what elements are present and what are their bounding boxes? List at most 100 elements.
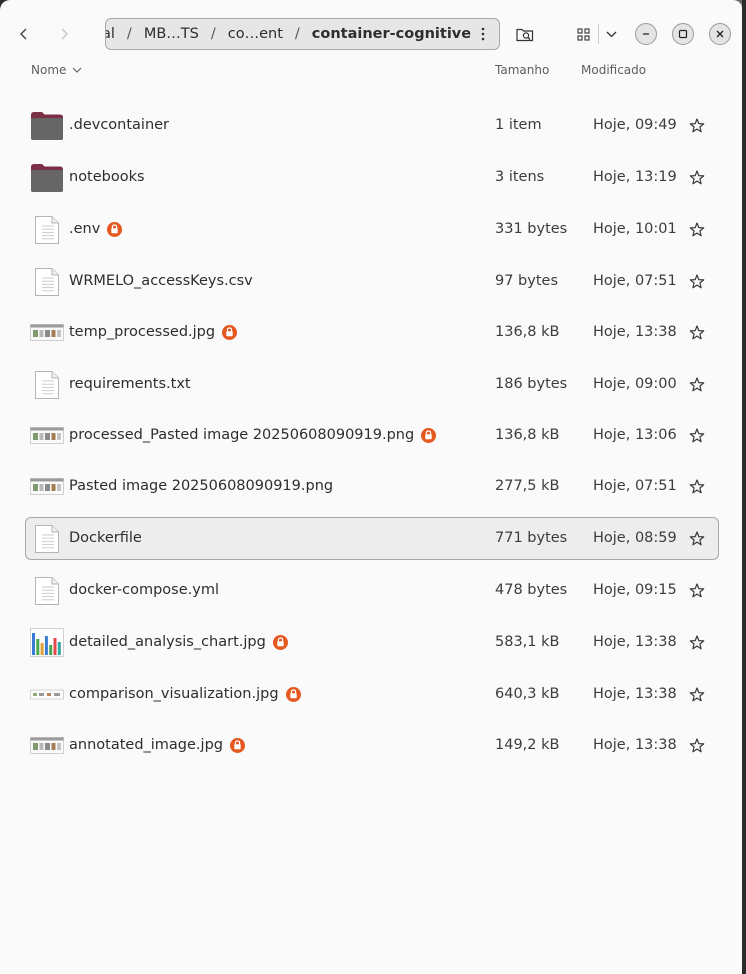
image-file-icon (30, 318, 64, 348)
file-row[interactable]: comparison_visualization.jpg 640,3 kB Hoje… (25, 673, 719, 716)
file-row[interactable]: annotated_image.jpg 149,2 kB Hoje, 13:38 (25, 724, 719, 767)
file-modified: Hoje, 13:38 (593, 324, 677, 340)
file-name: notebooks (69, 169, 145, 185)
file-name-cell: Dockerfile (69, 530, 142, 546)
file-size: 331 bytes (495, 221, 568, 237)
star-icon[interactable] (688, 427, 706, 445)
minimize-button[interactable] (635, 23, 657, 45)
forward-button[interactable] (49, 19, 79, 49)
lock-icon (222, 324, 238, 340)
star-icon[interactable] (688, 169, 706, 187)
file-name: Pasted image 20250608090919.png (69, 478, 334, 494)
file-modified: Hoje, 10:01 (593, 221, 677, 237)
close-icon (716, 30, 724, 38)
breadcrumb-item[interactable]: MB…TS (140, 26, 203, 42)
file-manager-window: al / MB…TS / co…ent / container-cognitiv… (0, 0, 743, 974)
image-file-icon (30, 731, 64, 761)
maximize-button[interactable] (672, 23, 694, 45)
file-modified: Hoje, 09:49 (593, 117, 677, 133)
file-name: detailed_analysis_chart.jpg (69, 634, 266, 650)
image-file-icon (30, 421, 64, 451)
lock-icon (229, 737, 245, 753)
column-header-name[interactable]: Nome (31, 63, 82, 77)
file-row[interactable]: Pasted image 20250608090919.png 277,5 kB H… (25, 465, 719, 508)
file-modified: Hoje, 13:38 (593, 686, 677, 702)
file-row[interactable]: docker-compose.yml 478 bytes Hoje, 09:15 (25, 569, 719, 612)
file-name: .env (69, 221, 101, 237)
star-icon[interactable] (688, 117, 706, 135)
breadcrumb-current[interactable]: container-cognitive (308, 26, 475, 42)
path-menu-button[interactable] (469, 20, 497, 48)
star-icon[interactable] (688, 376, 706, 394)
star-icon[interactable] (688, 686, 706, 704)
file-row[interactable]: notebooks 3 itens Hoje, 13:19 (25, 156, 719, 199)
star-icon[interactable] (688, 324, 706, 342)
file-modified: Hoje, 09:15 (593, 582, 677, 598)
folder-icon (30, 163, 64, 193)
file-name-cell: .env (69, 221, 123, 237)
file-name-cell: notebooks (69, 169, 145, 185)
file-name: requirements.txt (69, 376, 191, 392)
text-file-icon (30, 215, 64, 245)
file-size: 149,2 kB (495, 737, 560, 753)
chevron-down-icon (72, 67, 82, 73)
file-row[interactable]: Dockerfile 771 bytes Hoje, 08:59 (25, 517, 719, 560)
toolbar-divider (598, 24, 599, 44)
search-folder-icon (516, 28, 534, 42)
star-icon[interactable] (688, 634, 706, 652)
view-mode-button[interactable] (569, 19, 597, 49)
file-modified: Hoje, 13:38 (593, 634, 677, 650)
column-header-name-label: Nome (31, 63, 67, 77)
image-file-icon (30, 472, 64, 502)
breadcrumb-item[interactable]: co…ent (224, 26, 287, 42)
back-button[interactable] (9, 19, 39, 49)
text-file-icon (30, 524, 64, 554)
lock-icon (285, 686, 301, 702)
file-row[interactable]: .env 331 bytes Hoje, 10:01 (25, 208, 719, 251)
file-name: temp_processed.jpg (69, 324, 216, 340)
file-modified: Hoje, 13:06 (593, 427, 677, 443)
view-options-dropdown[interactable] (600, 19, 622, 49)
lock-icon (272, 634, 288, 650)
file-size: 1 item (495, 117, 542, 133)
file-size: 136,8 kB (495, 324, 560, 340)
column-header-modified[interactable]: Modificado (581, 63, 646, 77)
breadcrumb-separator: / (210, 26, 216, 42)
column-header-modified-label: Modificado (581, 63, 647, 77)
star-icon[interactable] (688, 737, 706, 755)
file-row[interactable]: requirements.txt 186 bytes Hoje, 09:00 (25, 363, 719, 406)
breadcrumb: al / MB…TS / co…ent / container-cognitiv… (105, 18, 500, 50)
star-icon[interactable] (688, 273, 706, 291)
file-size: 3 itens (495, 169, 545, 185)
file-row[interactable]: temp_processed.jpg 136,8 kB Hoje, 13:38 (25, 311, 719, 354)
close-button[interactable] (709, 23, 731, 45)
breadcrumb-item[interactable]: al (106, 26, 119, 42)
star-icon[interactable] (688, 582, 706, 600)
column-header-size[interactable]: Tamanho (495, 63, 549, 77)
star-icon[interactable] (688, 221, 706, 239)
file-name-cell: .devcontainer (69, 117, 169, 133)
file-modified: Hoje, 07:51 (593, 478, 677, 494)
star-icon[interactable] (688, 478, 706, 496)
star-icon[interactable] (688, 530, 706, 548)
chevron-right-icon (61, 28, 68, 40)
file-name-cell: temp_processed.jpg (69, 324, 238, 340)
file-row[interactable]: .devcontainer 1 item Hoje, 09:49 (25, 104, 719, 147)
file-row[interactable]: detailed_analysis_chart.jpg 583,1 kB Hoje,… (25, 621, 719, 664)
background-desktop (742, 0, 746, 974)
text-file-icon (30, 267, 64, 297)
breadcrumb-items: al / MB…TS / co…ent / container-cognitiv… (106, 19, 475, 49)
text-file-icon (30, 576, 64, 606)
file-name: docker-compose.yml (69, 582, 219, 598)
file-row[interactable]: WRMELO_accessKeys.csv 97 bytes Hoje, 07:51 (25, 260, 719, 303)
lock-icon (107, 221, 123, 237)
file-name-cell: processed_Pasted image 20250608090919.pn… (69, 427, 437, 443)
file-name: processed_Pasted image 20250608090919.pn… (69, 427, 415, 443)
search-button[interactable] (510, 19, 540, 49)
breadcrumb-separator: / (294, 26, 300, 42)
image-file-icon (30, 680, 64, 710)
file-row[interactable]: processed_Pasted image 20250608090919.pn… (25, 414, 719, 457)
file-name-cell: Pasted image 20250608090919.png (69, 478, 333, 494)
lock-icon (421, 427, 437, 443)
file-name: Dockerfile (69, 530, 142, 546)
